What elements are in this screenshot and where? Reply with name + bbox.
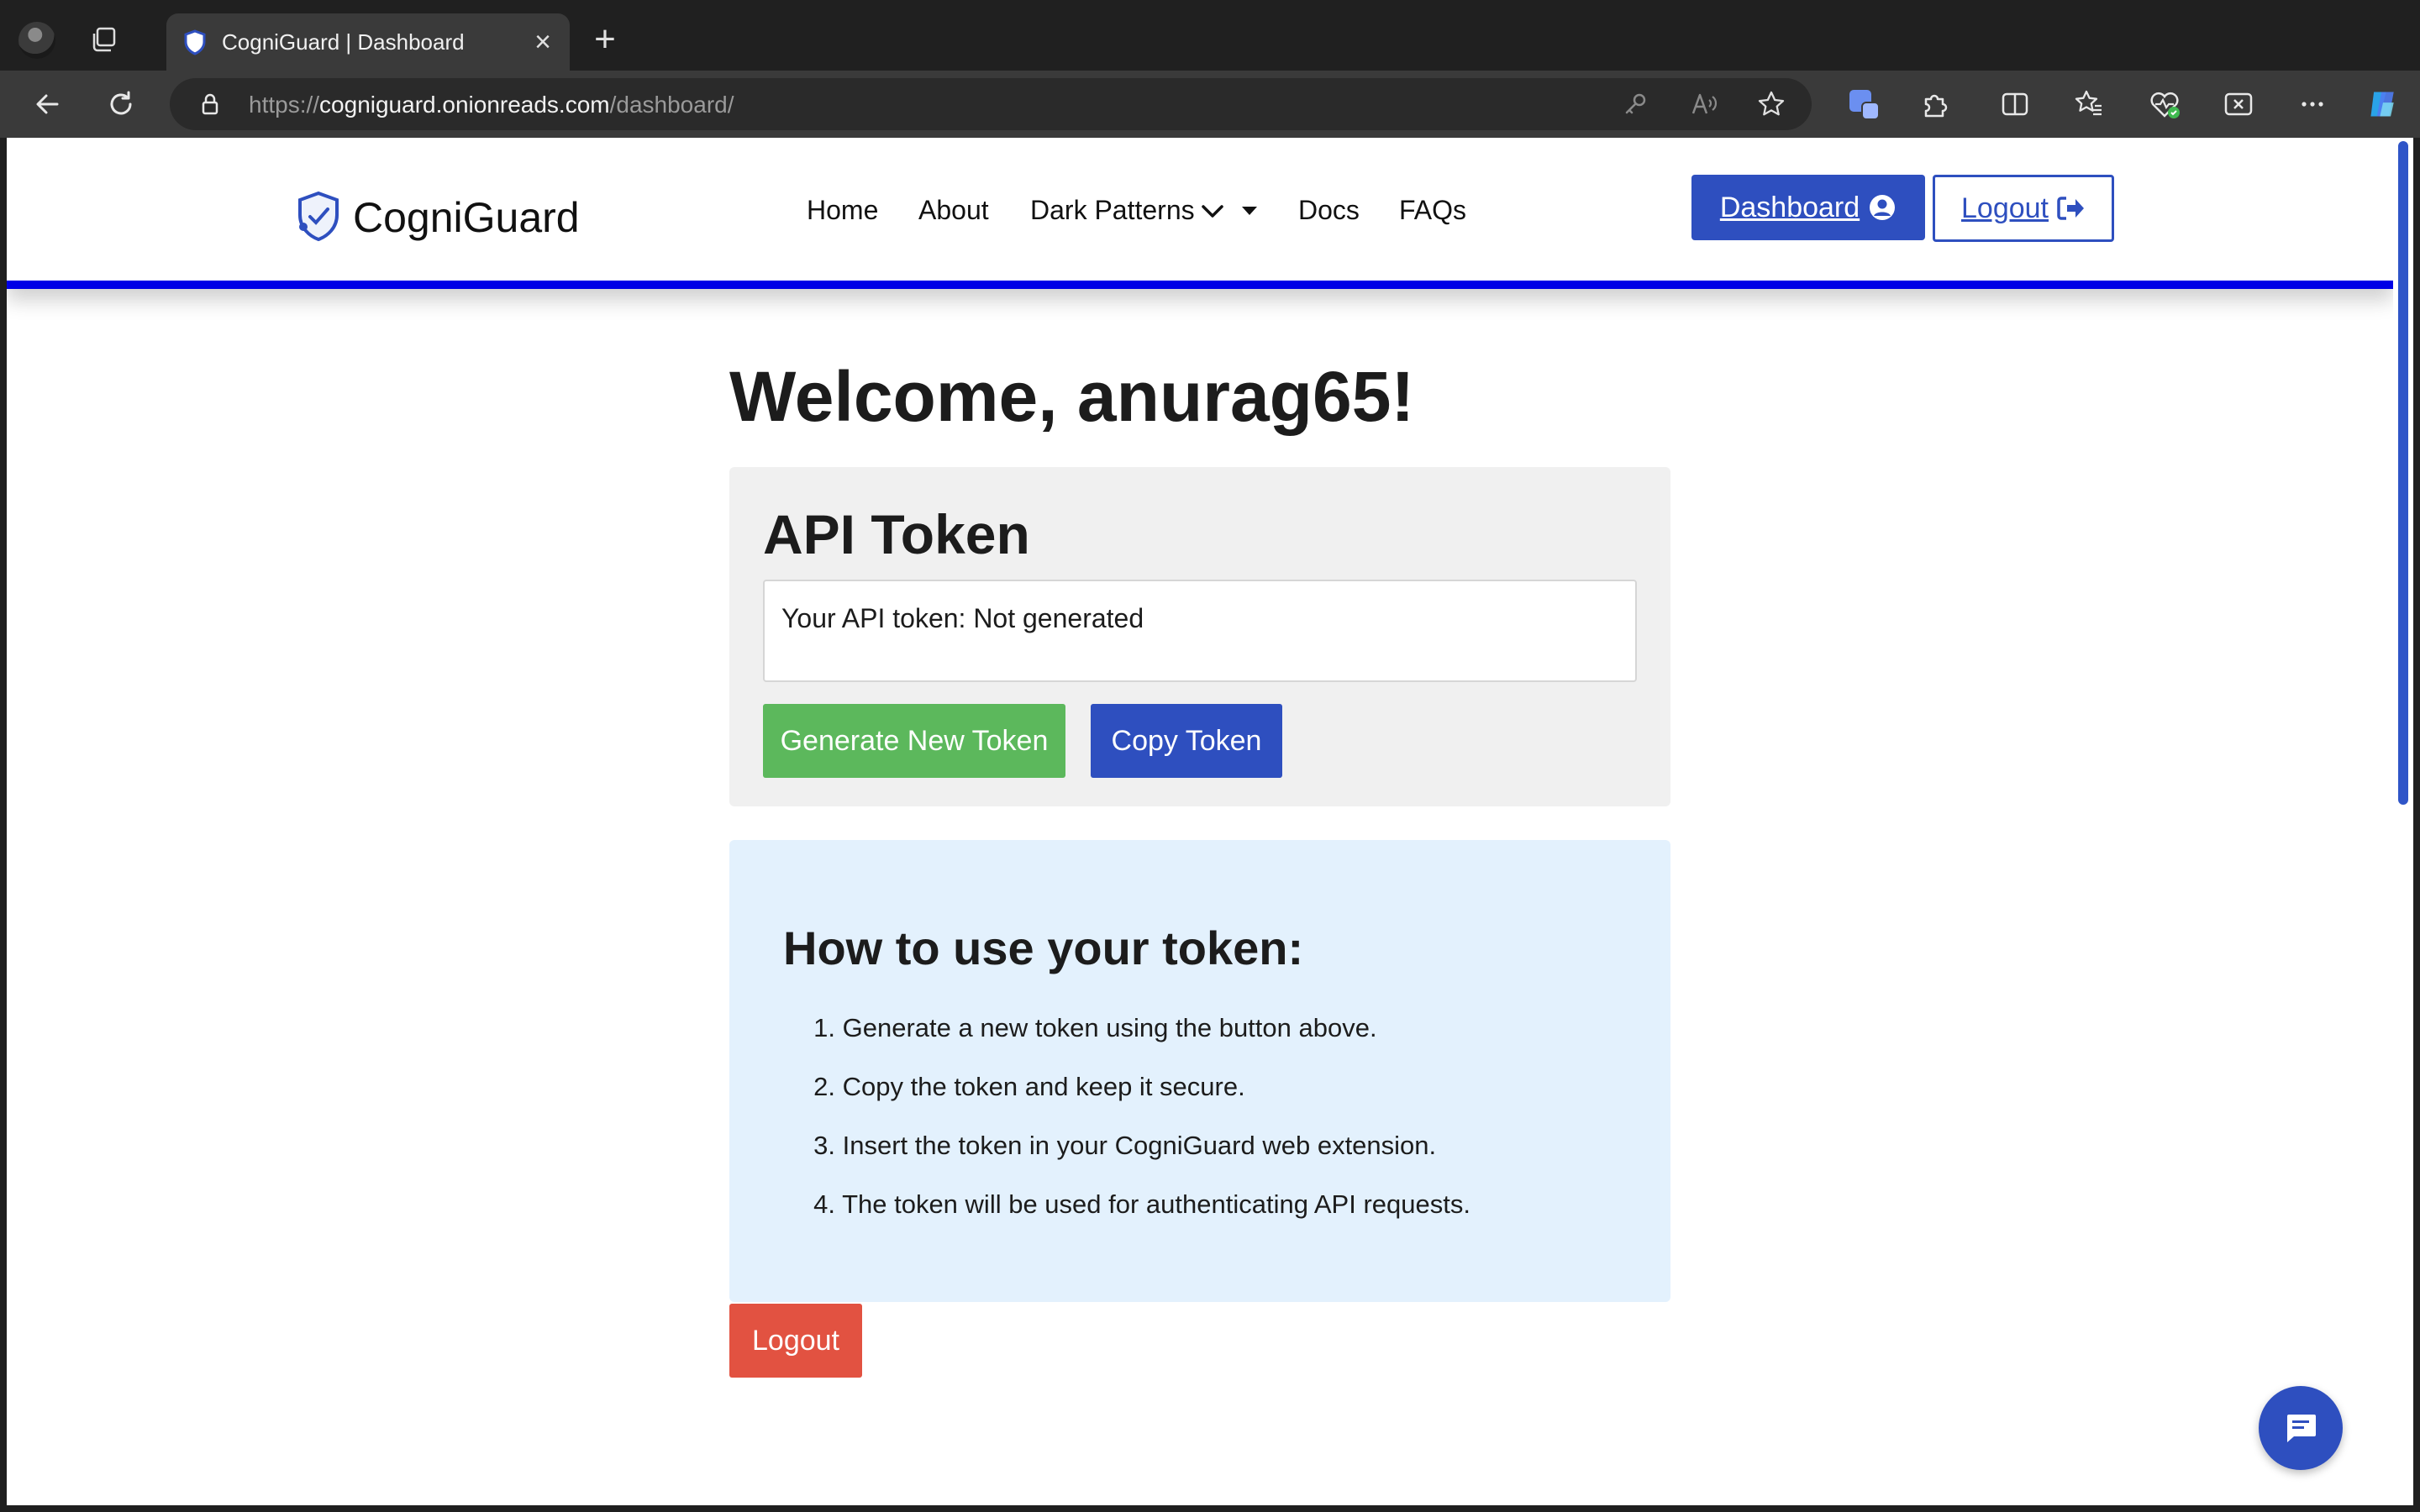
browser-tab-active[interactable]: CogniGuard | Dashboard × [166, 13, 570, 71]
token-usage-title: How to use your token: [783, 921, 1304, 974]
list-item: 3. Insert the token in your CogniGuard w… [813, 1131, 1437, 1160]
welcome-heading: Welcome, anurag65! [729, 357, 1415, 436]
nav-dark-patterns-link[interactable]: Dark Patterns [1030, 195, 1195, 226]
api-token-title: API Token [763, 503, 1030, 565]
split-screen-icon[interactable] [1998, 87, 2032, 121]
scrollbar-thumb[interactable] [2398, 141, 2408, 805]
user-circle-icon [1870, 195, 1896, 220]
address-bar[interactable]: https://cogniguard.onionreads.com/dashbo… [170, 78, 1812, 130]
list-item: 4. The token will be used for authentica… [813, 1189, 1470, 1219]
logout-button[interactable]: Logout [729, 1304, 862, 1378]
star-icon[interactable] [1754, 87, 1788, 121]
nav-faqs-link[interactable]: FAQs [1399, 195, 1466, 226]
nav-home-link[interactable]: Home [807, 195, 878, 226]
read-aloud-icon[interactable] [1687, 87, 1721, 121]
new-tab-icon[interactable]: + [588, 21, 622, 58]
cogniguard-favicon-icon [182, 29, 208, 55]
dashboard-button[interactable]: Dashboard [1691, 175, 1925, 240]
logout-nav-button[interactable]: Logout [1933, 175, 2114, 242]
logout-nav-button-label: Logout [1961, 192, 2049, 224]
token-usage-card: How to use your token: 1. Generate a new… [729, 840, 1670, 1302]
page-scrollbar[interactable] [2393, 138, 2413, 1505]
close-tab-icon[interactable]: × [528, 27, 558, 57]
api-token-card: API Token Your API token: Not generated … [729, 467, 1670, 806]
token-display-text: Your API token: Not generated [781, 603, 1144, 633]
url-text[interactable]: https://cogniguard.onionreads.com/dashbo… [249, 92, 734, 118]
page-viewport: CogniGuard Home About Dark Patterns Docs… [7, 138, 2393, 1505]
workspaces-icon[interactable] [89, 25, 119, 55]
reload-icon[interactable] [104, 87, 138, 121]
key-icon[interactable] [1618, 87, 1652, 121]
brand-name[interactable]: CogniGuard [353, 193, 580, 242]
list-item: 1. Generate a new token using the button… [813, 1013, 1377, 1042]
chat-icon [2287, 1415, 2316, 1442]
chat-button[interactable] [2259, 1386, 2343, 1470]
extension-colored-icon[interactable] [1847, 87, 1881, 121]
cogniguard-shield-logo-icon[interactable] [292, 190, 345, 242]
generate-token-button[interactable]: Generate New Token [763, 704, 1065, 778]
dashboard-button-label: Dashboard [1719, 191, 1860, 223]
site-navbar: CogniGuard Home About Dark Patterns Docs… [7, 138, 2393, 289]
nav-docs-link[interactable]: Docs [1298, 195, 1360, 226]
tab-title: CogniGuard | Dashboard [222, 29, 465, 55]
copilot-icon[interactable] [2366, 87, 2400, 121]
navbar-accent-line [7, 281, 2393, 289]
token-display-box[interactable]: Your API token: Not generated [763, 580, 1637, 682]
chevron-down-icon[interactable] [1200, 202, 1225, 222]
more-icon[interactable] [2296, 87, 2329, 121]
browser-tab-bar: CogniGuard | Dashboard × + [0, 0, 2420, 71]
back-icon[interactable] [30, 87, 64, 121]
copy-token-button[interactable]: Copy Token [1091, 704, 1282, 778]
browser-essentials-icon[interactable] [2148, 87, 2181, 121]
lock-icon[interactable] [193, 87, 227, 121]
profile-avatar[interactable] [18, 22, 55, 59]
screenshot-icon[interactable] [2222, 87, 2255, 121]
browser-toolbar: https://cogniguard.onionreads.com/dashbo… [0, 71, 2420, 138]
dropdown-caret-icon[interactable] [1242, 207, 1257, 215]
extensions-icon[interactable] [1918, 87, 1951, 121]
favorites-icon[interactable] [2072, 87, 2106, 121]
sign-out-icon [2057, 197, 2084, 220]
list-item: 2. Copy the token and keep it secure. [813, 1072, 1245, 1101]
nav-about-link[interactable]: About [918, 195, 989, 226]
